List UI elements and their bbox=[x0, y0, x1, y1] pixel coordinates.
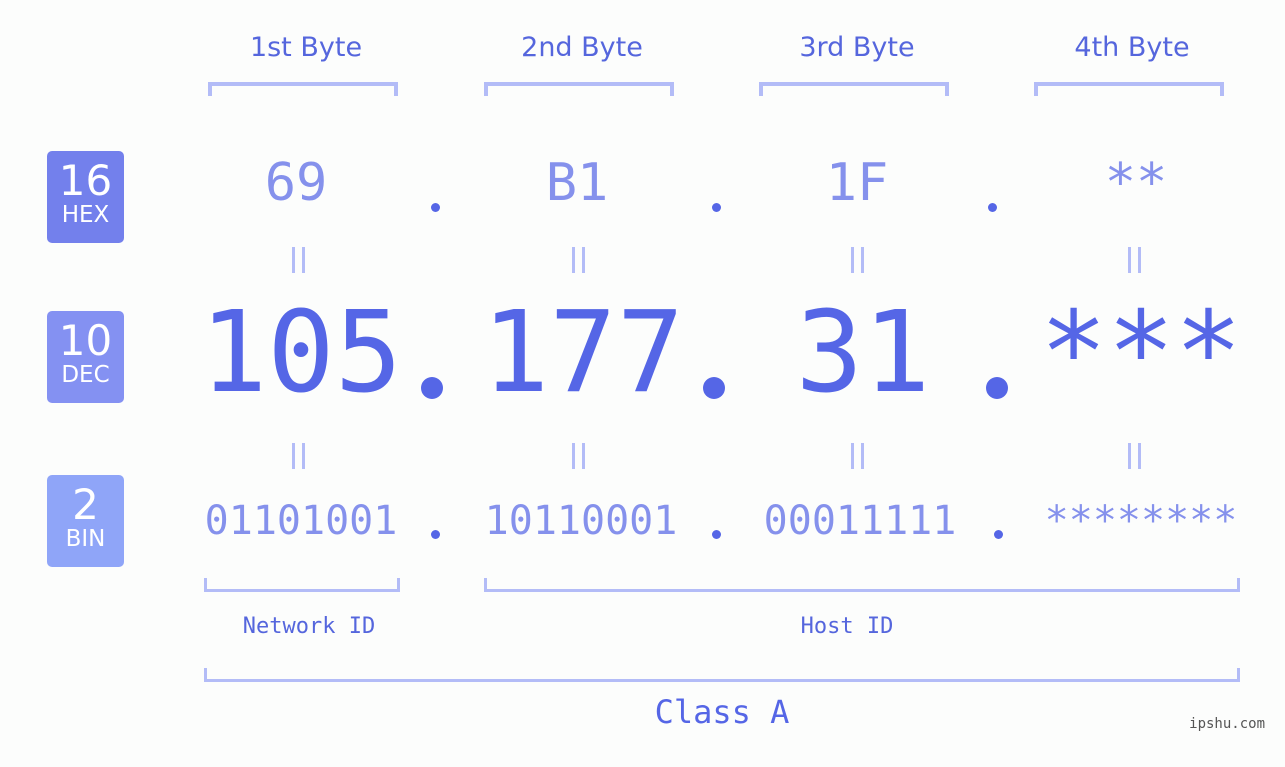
bin-byte-3: 00011111 bbox=[763, 498, 957, 544]
network-id-bracket bbox=[204, 578, 400, 592]
bin-base: 2 bbox=[72, 480, 99, 529]
class-label: Class A bbox=[654, 693, 790, 731]
hex-badge: 16 HEX bbox=[47, 151, 124, 243]
byte-bracket-2 bbox=[484, 82, 674, 96]
dec-separator-2 bbox=[703, 377, 725, 399]
dec-byte-2: 177 bbox=[481, 288, 685, 418]
dec-byte-4: *** bbox=[1039, 288, 1243, 418]
bin-separator-1 bbox=[431, 530, 440, 539]
byte-header-4: 4th Byte bbox=[1074, 32, 1190, 63]
bin-byte-2: 10110001 bbox=[484, 498, 678, 544]
bin-byte-1: 01101001 bbox=[204, 498, 398, 544]
hex-base: 16 bbox=[58, 156, 113, 205]
byte-bracket-1 bbox=[208, 82, 398, 96]
dec-base: 10 bbox=[58, 316, 113, 365]
hex-separator-2 bbox=[712, 203, 721, 212]
byte-header-1: 1st Byte bbox=[249, 32, 363, 63]
hex-separator-1 bbox=[431, 203, 440, 212]
dec-badge: 10 DEC bbox=[47, 311, 124, 403]
hex-byte-2: B1 bbox=[545, 153, 609, 213]
network-id-label: Network ID bbox=[242, 614, 376, 639]
host-id-bracket bbox=[484, 578, 1240, 592]
host-id-label: Host ID bbox=[800, 614, 894, 639]
hex-byte-3: 1F bbox=[825, 153, 889, 213]
bin-label: BIN bbox=[65, 526, 106, 552]
watermark: ipshu.com bbox=[1189, 716, 1265, 732]
dec-separator-1 bbox=[421, 377, 443, 399]
byte-bracket-3 bbox=[759, 82, 949, 96]
bin-badge: 2 BIN bbox=[47, 475, 124, 567]
dec-byte-3: 31 bbox=[795, 288, 931, 418]
hex-separator-3 bbox=[988, 203, 997, 212]
hex-byte-4: ** bbox=[1104, 153, 1168, 213]
byte-header-3: 3rd Byte bbox=[799, 32, 915, 63]
byte-bracket-4 bbox=[1034, 82, 1224, 96]
dec-separator-3 bbox=[986, 377, 1008, 399]
class-bracket bbox=[204, 668, 1240, 682]
hex-label: HEX bbox=[61, 202, 110, 228]
bin-separator-3 bbox=[994, 530, 1003, 539]
dec-label: DEC bbox=[61, 362, 110, 388]
bin-separator-2 bbox=[712, 530, 721, 539]
hex-byte-1: 69 bbox=[264, 153, 328, 213]
bin-byte-4: ******** bbox=[1044, 498, 1238, 544]
dec-byte-1: 105 bbox=[199, 288, 403, 418]
byte-header-2: 2nd Byte bbox=[521, 32, 643, 63]
